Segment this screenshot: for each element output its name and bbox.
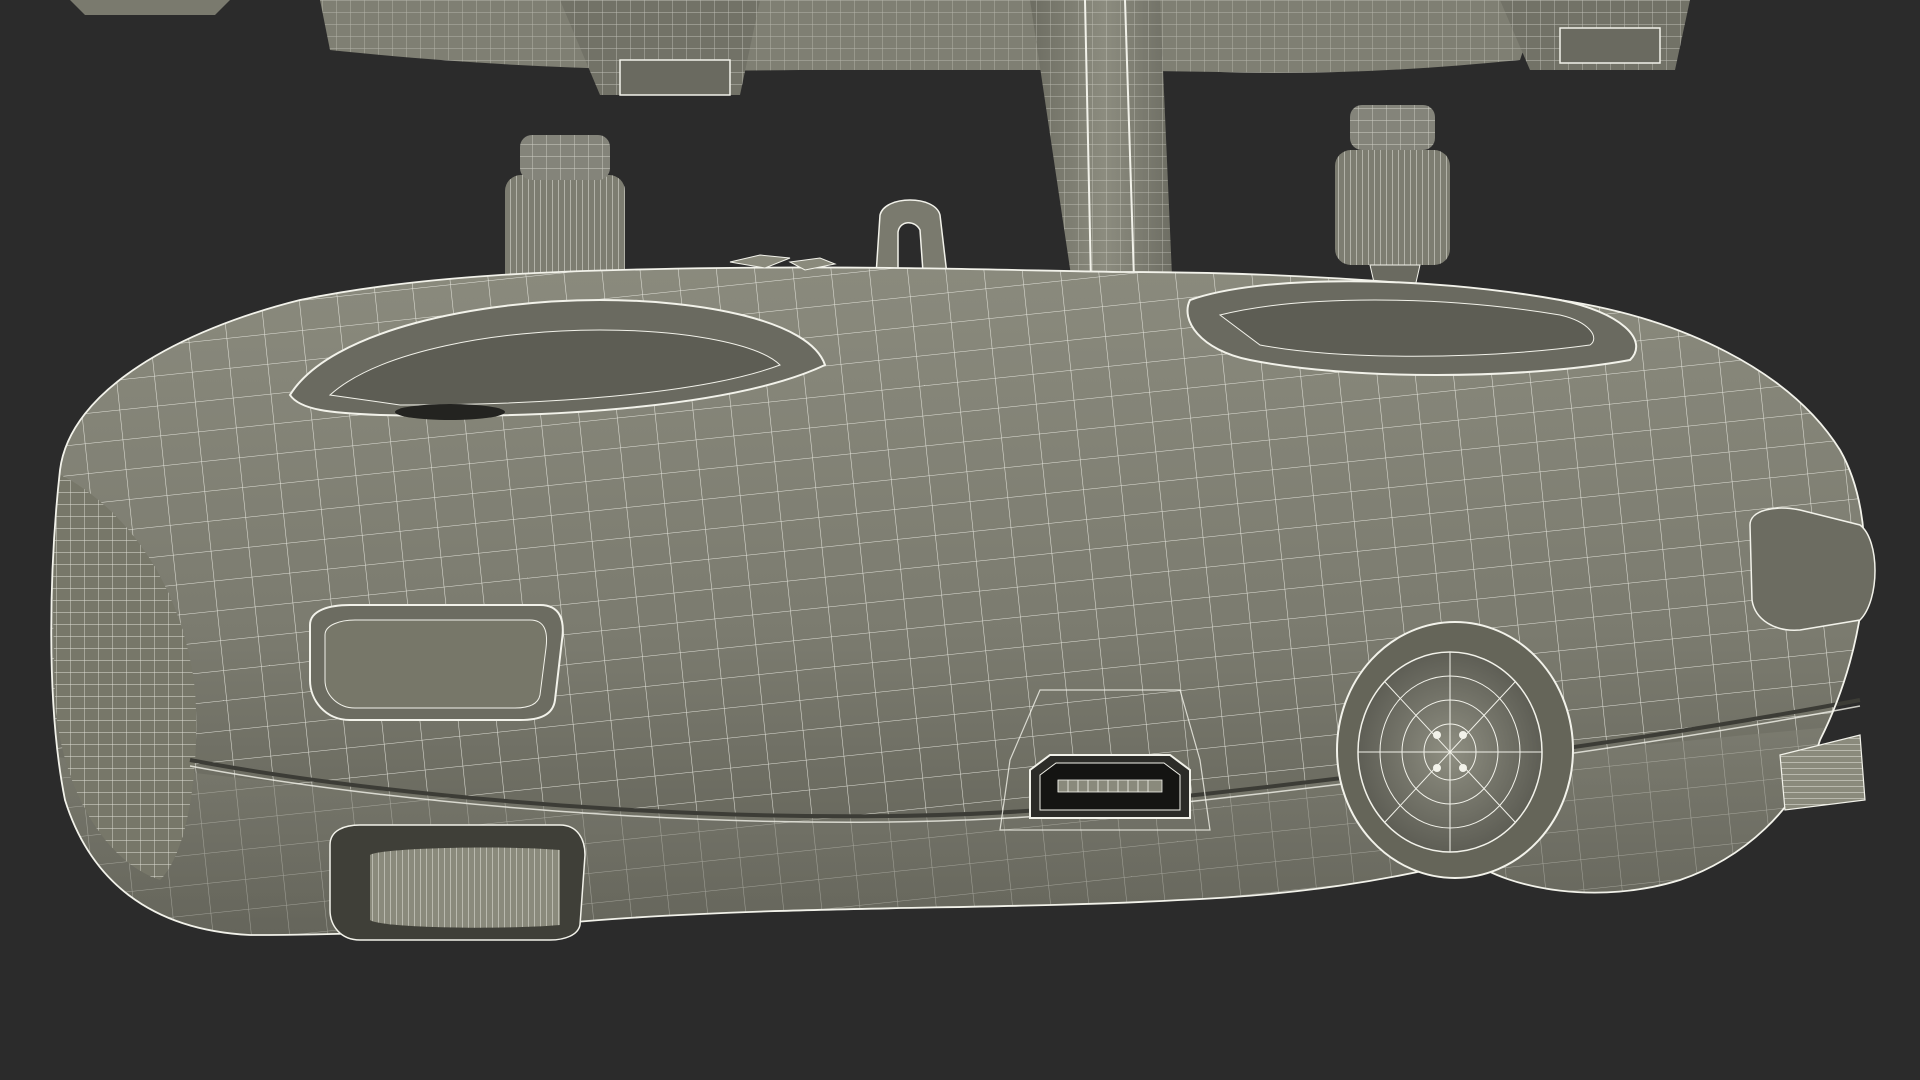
render-viewport [0,0,1920,1080]
left-side-button [309,604,564,721]
right-side-button [1749,507,1876,631]
round-dial [1336,621,1574,879]
left-scroll-wheel [329,824,586,941]
